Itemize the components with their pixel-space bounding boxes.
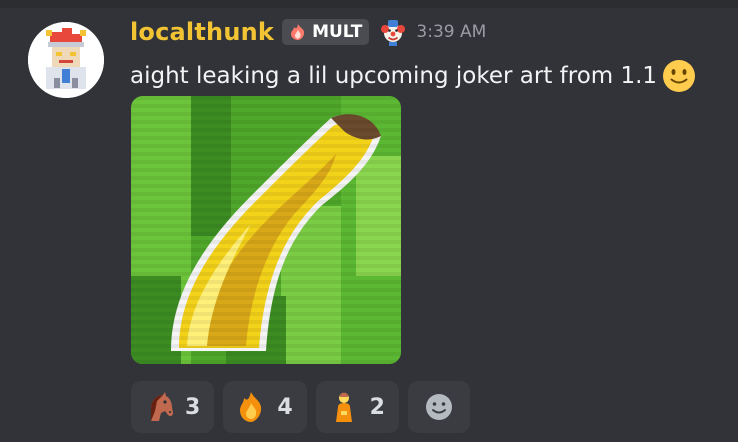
reaction-count: 2 — [369, 394, 385, 420]
message-header: localthunk MULT 3:39 AM — [130, 18, 486, 46]
add-reaction-button[interactable] — [407, 381, 470, 433]
username[interactable]: localthunk — [130, 18, 274, 46]
message-text: aight leaking a lil upcoming joker art f… — [130, 63, 658, 89]
reaction-count: 3 — [185, 394, 201, 420]
horse-face-icon — [143, 391, 175, 423]
slightly-smiling-face-icon — [661, 58, 697, 94]
guild-tag-badge[interactable]: MULT — [282, 19, 370, 45]
image-attachment[interactable] — [131, 96, 401, 364]
guild-tag-label: MULT — [312, 22, 363, 42]
fire-icon — [235, 391, 267, 423]
person-pouting-icon — [328, 391, 360, 423]
reaction-horse[interactable]: 3 — [131, 381, 215, 433]
timestamp: 3:39 AM — [416, 22, 487, 42]
smiley-add-reaction-icon — [425, 394, 452, 420]
reaction-fire[interactable]: 4 — [223, 381, 307, 433]
reaction-person-pouting[interactable]: 2 — [315, 381, 399, 433]
chat-message: localthunk MULT 3:39 AM aight leaking a … — [0, 8, 738, 442]
message-content: aight leaking a lil upcoming joker art f… — [130, 58, 697, 94]
reactions-bar: 3 4 2 — [131, 381, 479, 433]
clown-icon[interactable] — [379, 18, 407, 46]
avatar[interactable] — [28, 22, 104, 98]
reaction-count: 4 — [277, 394, 293, 420]
pixel-art-banana-joker-icon — [131, 96, 401, 364]
top-divider — [0, 0, 738, 8]
fire-icon — [291, 24, 305, 40]
user-avatar-icon — [28, 22, 104, 98]
